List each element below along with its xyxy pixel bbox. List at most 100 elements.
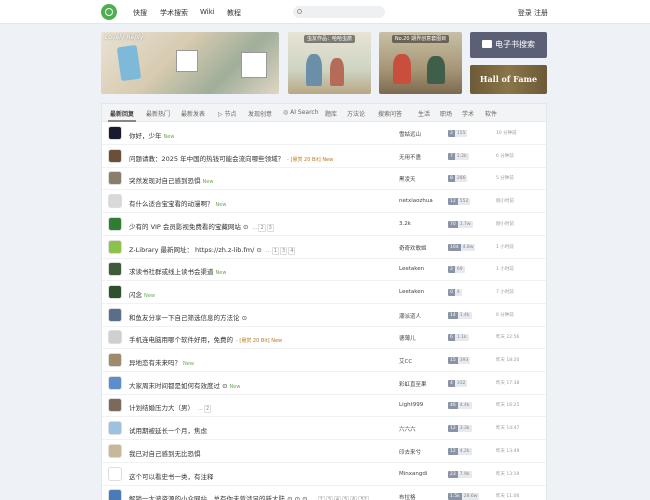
thread-author[interactable]: 3.2k	[399, 221, 411, 227]
thread-author[interactable]: Leetaken	[399, 266, 424, 272]
thread-author[interactable]: 潮派道人	[399, 312, 421, 320]
avatar[interactable]	[108, 353, 122, 367]
thread-title-text[interactable]: 闪念	[129, 291, 142, 299]
thread-title-text[interactable]: 和鱼友分享一下自己筛选信息的方法论 ⊙	[129, 314, 247, 322]
thread-title-text[interactable]: 异地恋有未来吗？	[129, 359, 181, 367]
site-logo-icon[interactable]	[101, 4, 117, 20]
avatar[interactable]	[108, 330, 122, 345]
thread-author[interactable]: Light999	[399, 402, 423, 408]
tab-latest-post[interactable]: 最新发表	[181, 109, 205, 118]
page-link[interactable]: 6	[350, 496, 358, 500]
avatar[interactable]	[108, 126, 122, 140]
tab-nodes[interactable]: ▷ 节点	[218, 109, 237, 118]
thread-author[interactable]: Leetaken	[399, 289, 424, 295]
thread-author[interactable]: 印去来兮	[399, 448, 421, 456]
thread-row[interactable]: Z-Library 最新网址： https://zh.z-lib.fm/ ⊙… 1…	[102, 236, 546, 259]
thread-row[interactable]: 试用期被延长一个月，焦虑 六六六 12 3.3k 昨天 14:47	[102, 417, 546, 441]
thread-title-text[interactable]: Z-Library 最新网址： https://zh.z-lib.fm/ ⊙	[129, 246, 262, 254]
nav-item-wiki[interactable]: Wiki	[200, 8, 215, 16]
tab-latest-reply[interactable]: 最新回复	[110, 109, 134, 118]
page-link[interactable]: 4	[288, 246, 296, 255]
thread-title[interactable]: 求读书社群或线上读书会渠道 New	[129, 266, 226, 276]
thread-row[interactable]: 突然发现对自己感到恐惧 New 黑凌天 8 286 5 分钟前	[102, 167, 546, 191]
thread-row[interactable]: 求读书社群或线上读书会渠道 New Leetaken 2 69 1 小时前	[102, 258, 546, 282]
thread-title[interactable]: 计划结婚压力大（男） … 2	[129, 402, 212, 414]
avatar[interactable]	[108, 466, 122, 481]
thread-title-text[interactable]: 这个可以看史书一类，有注释	[129, 473, 214, 481]
banner-user-work[interactable]: 虫友作品：哈哈虫旅	[288, 32, 371, 94]
avatar[interactable]	[108, 148, 122, 163]
thread-row[interactable]: 异地恋有未来吗？ New 艾CC 15 393 昨天 18:20	[102, 349, 546, 372]
page-link[interactable]: 3	[266, 223, 274, 232]
thread-author[interactable]: 无用不蛊	[399, 153, 421, 161]
thread-title-text[interactable]: 你好，少年	[129, 132, 162, 140]
thread-row[interactable]: 解锁一大波资源的小众网站，总有你未曾涉足的新大陆 ⊙ ⊙ ⊙…2345652布拉…	[102, 485, 546, 500]
thread-title-text[interactable]: 突然发现对自己感到恐惧	[129, 177, 201, 185]
tab-academic[interactable]: 学术	[462, 109, 474, 118]
page-link[interactable]: 2	[258, 223, 266, 232]
thread-author[interactable]: 布拉格	[399, 493, 416, 500]
avatar[interactable]	[108, 489, 122, 500]
ebook-search-button[interactable]: 电子书搜索	[470, 32, 547, 58]
thread-title[interactable]: 你好，少年 New	[129, 130, 174, 140]
avatar[interactable]	[108, 421, 122, 436]
avatar[interactable]	[108, 239, 122, 254]
thread-author[interactable]: 彩虹直至果	[399, 380, 427, 388]
thread-title[interactable]: 有什么适合宝宝看的动漫啊？ New	[129, 198, 226, 208]
thread-author[interactable]: 六六六	[399, 425, 416, 433]
thread-author[interactable]: 黑凌天	[399, 175, 416, 183]
thread-title[interactable]: 这个可以看史书一类，有注释	[129, 471, 214, 481]
page-link[interactable]: 4	[333, 496, 342, 500]
avatar[interactable]	[108, 262, 122, 277]
tab-workplace[interactable]: 职场	[440, 109, 452, 118]
thread-row[interactable]: 和鱼友分享一下自己筛选信息的方法论 ⊙ 潮派道人 14 1.4k 6 分钟前	[102, 304, 546, 327]
thread-author[interactable]: 德薄儿	[399, 334, 416, 342]
thread-title-text[interactable]: 大家周末时间都是如何有效度过 ⊙	[129, 382, 228, 390]
thread-title[interactable]: 闪念 New	[129, 289, 155, 299]
avatar[interactable]	[108, 307, 122, 322]
thread-row[interactable]: 手机连电脑用哪个软件好用，免费的 - [悬赏 20 Bit] New 德薄儿 6 1.1…	[102, 326, 546, 350]
page-link[interactable]: 2	[317, 496, 325, 500]
banner-lovely-reply[interactable]: Lovely Reply	[101, 32, 279, 94]
search-input[interactable]	[293, 6, 385, 18]
avatar[interactable]	[108, 194, 122, 209]
thread-title[interactable]: 异地恋有未来吗？ New	[129, 357, 194, 367]
thread-title-text[interactable]: 有什么适合宝宝看的动漫啊？	[129, 200, 214, 208]
thread-row[interactable]: 大家周末时间都是如何有效度过 ⊙ New 彩虹直至果 4 332 昨天 17:38	[102, 372, 546, 395]
thread-title[interactable]: 试用期被延长一个月，焦虑	[129, 425, 207, 435]
thread-title[interactable]: 大家周末时间都是如何有效度过 ⊙ New	[129, 380, 240, 390]
thread-title[interactable]: Z-Library 最新网址： https://zh.z-lib.fm/ ⊙… 1…	[129, 244, 296, 255]
thread-title[interactable]: 我已对自己感到无比恐惧	[129, 448, 201, 458]
nav-item-tutorial[interactable]: 教程	[227, 8, 241, 18]
thread-title[interactable]: 突然发现对自己感到恐惧 New	[129, 175, 213, 185]
tab-ai-search[interactable]: ◎ AI Search	[283, 109, 319, 116]
thread-title-text[interactable]: 少有的 VIP 会员影视免费看的宝藏网站 ⊙	[129, 223, 248, 231]
thread-row[interactable]: 问题请教：2025 年中国的热钱可能会流向哪些领域？ - [悬赏 20 Bit] …	[102, 145, 546, 168]
hall-of-fame-button[interactable]: Hall of Fame	[470, 65, 547, 94]
thread-title-text[interactable]: 计划结婚压力大（男）	[129, 404, 194, 412]
thread-title-text[interactable]: 试用期被延长一个月，焦虑	[129, 427, 207, 435]
thread-author[interactable]: 雪姑远山	[399, 130, 421, 138]
nav-item-academic-search[interactable]: 学术搜索	[160, 8, 188, 18]
thread-title[interactable]: 手机连电脑用哪个软件好用，免费的 - [悬赏 20 Bit] New	[129, 334, 282, 344]
page-link[interactable]: 3	[280, 246, 288, 255]
page-link[interactable]: 3	[325, 496, 333, 500]
thread-title-text[interactable]: 我已对自己感到无比恐惧	[129, 450, 201, 458]
page-link[interactable]: 52	[358, 496, 369, 500]
page-link[interactable]: 1	[271, 246, 280, 255]
tab-latest-hot[interactable]: 最新热门	[146, 109, 170, 118]
tab-methodology[interactable]: 方法论	[347, 109, 365, 118]
thread-row[interactable]: 少有的 VIP 会员影视免费看的宝藏网站 ⊙ … 2 3 3.2k 70 1.7w 刚小时前	[102, 213, 546, 236]
thread-row[interactable]: 闪念 New Leetaken 0 4 7 小时前	[102, 281, 546, 304]
thread-title[interactable]: 问题请教：2025 年中国的热钱可能会流向哪些领域？ - [悬赏 20 Bit] …	[129, 153, 333, 163]
page-link[interactable]: 5	[342, 496, 350, 500]
nav-item-quick-search[interactable]: 快搜	[133, 8, 147, 18]
page-link[interactable]: 2	[204, 405, 212, 414]
thread-title-text[interactable]: 问题请教：2025 年中国的热钱可能会流向哪些领域？	[129, 155, 284, 163]
thread-row[interactable]: 我已对自己感到无比恐惧 印去来兮 12 4.2k 昨天 13:49	[102, 440, 546, 463]
avatar[interactable]	[108, 284, 122, 299]
banner-creative-set[interactable]: No.20 期界创意套图目	[379, 32, 462, 94]
thread-title[interactable]: 和鱼友分享一下自己筛选信息的方法论 ⊙	[129, 312, 247, 322]
avatar[interactable]	[108, 443, 122, 458]
tab-discover-creative[interactable]: 发现创意	[248, 109, 272, 118]
